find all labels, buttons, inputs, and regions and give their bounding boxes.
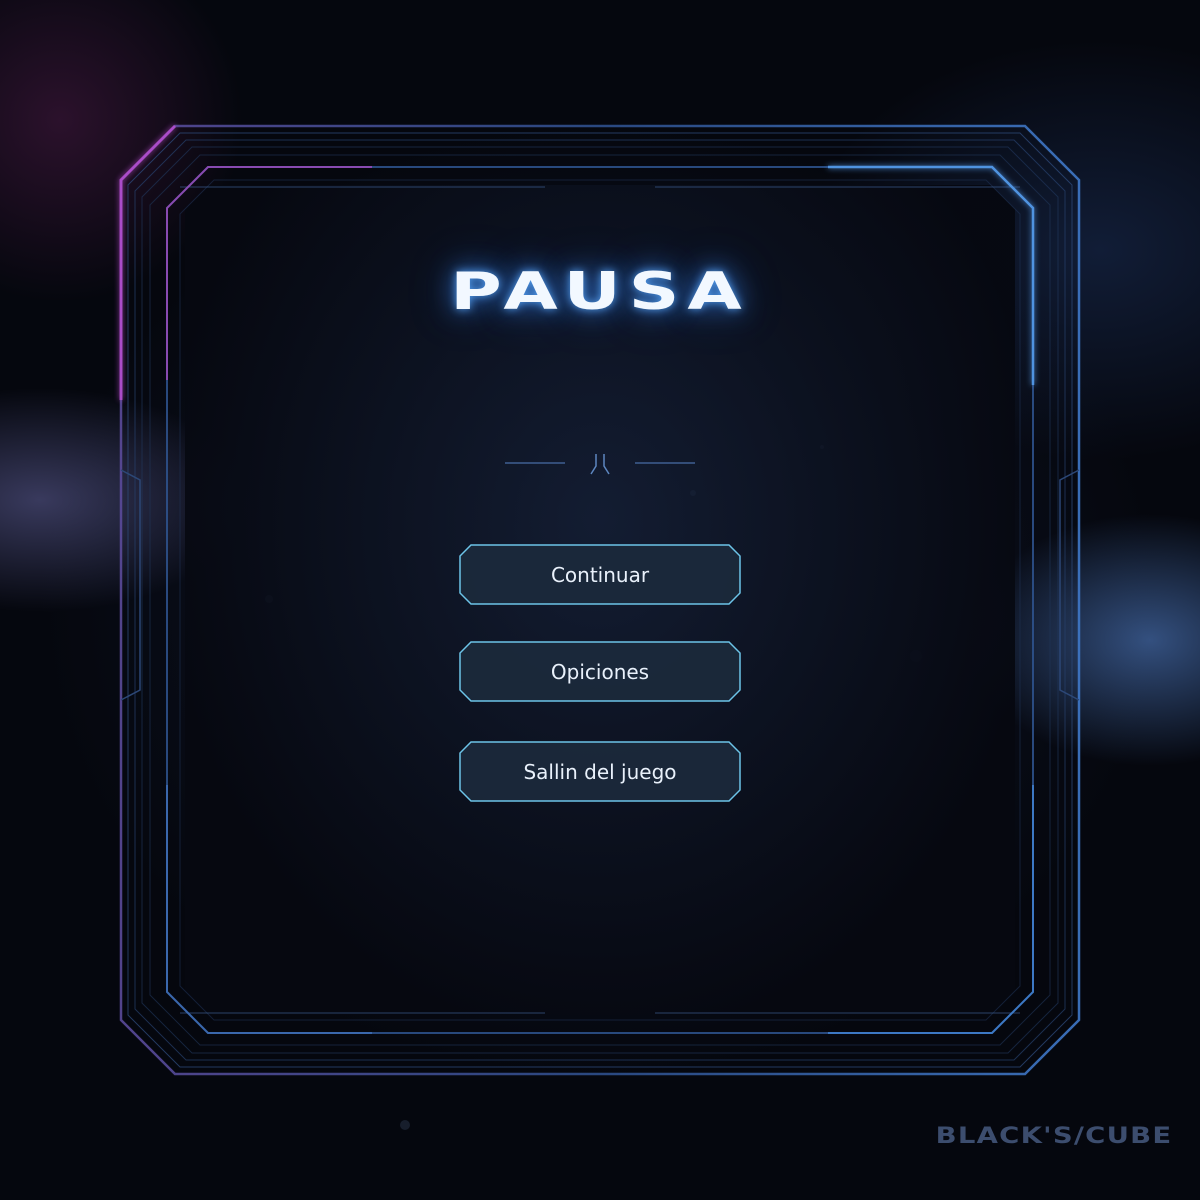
- brand-logo: BLACK'S/CUBE: [935, 1124, 1172, 1149]
- options-button[interactable]: Opiciones: [459, 641, 741, 702]
- options-button-label: Opiciones: [550, 659, 650, 684]
- continue-button[interactable]: Continuar: [459, 544, 741, 605]
- quit-game-button-label: Sallin del juego: [523, 759, 677, 784]
- quit-game-button[interactable]: Sallin del juego: [459, 741, 741, 802]
- continue-button-label: Continuar: [550, 562, 650, 587]
- title-divider-ornament: [505, 454, 695, 475]
- pause-title: PAUSA: [450, 262, 750, 322]
